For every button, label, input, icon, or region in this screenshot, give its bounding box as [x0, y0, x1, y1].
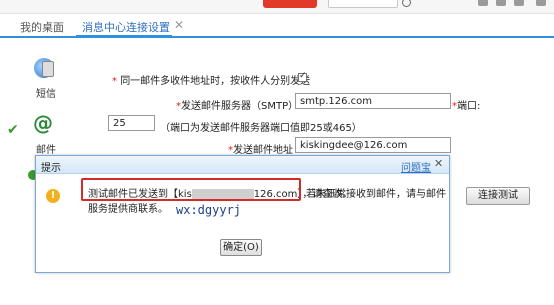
- ok-button[interactable]: 确定(O): [220, 239, 262, 256]
- gear-icon[interactable]: [514, 0, 524, 6]
- port-label: *端口:: [452, 101, 481, 112]
- sender-field[interactable]: kiskingdee@126.com: [295, 137, 451, 153]
- nav-sms-label[interactable]: 短信: [36, 85, 56, 100]
- tab-message-center-settings[interactable]: 消息中心连接设置: [82, 19, 170, 35]
- mail-icon[interactable]: [496, 0, 506, 6]
- top-red-button[interactable]: [263, 0, 317, 8]
- dialog-title-bar[interactable]: 提示 问题宝 ✕: [36, 156, 449, 174]
- email-at-icon[interactable]: @: [33, 113, 53, 133]
- top-bar: [0, 0, 554, 14]
- active-tab-indicator: [76, 35, 172, 37]
- user-icon[interactable]: [536, 0, 546, 6]
- search-icon[interactable]: [402, 0, 411, 7]
- connection-test-button[interactable]: 连接测试: [466, 187, 530, 205]
- dialog-message-line2: 服务提供商联系。: [88, 204, 168, 215]
- highlight-box: [81, 178, 301, 201]
- nav-mail-label[interactable]: 邮件: [36, 141, 56, 156]
- checkmark-icon: ✔: [7, 122, 19, 138]
- sender-label: *发送邮件地址: [228, 145, 293, 156]
- dialog-title: 提示: [41, 163, 61, 174]
- watermark-text: wx:dgyyrj: [176, 203, 242, 217]
- multi-recipient-checkbox[interactable]: [298, 71, 307, 82]
- close-icon[interactable]: ✕: [434, 157, 443, 170]
- multi-recipient-label: * 同一邮件多收件地址时，按收件人分别发送: [112, 76, 311, 87]
- home-icon[interactable]: [478, 0, 488, 6]
- help-link[interactable]: 问题宝: [401, 159, 431, 174]
- search-input[interactable]: [328, 0, 398, 8]
- smtp-field[interactable]: smtp.126.com: [295, 93, 451, 109]
- port-field[interactable]: 25: [108, 115, 155, 131]
- tab-desktop[interactable]: 我的桌面: [20, 19, 64, 35]
- tab-close-icon[interactable]: ✕: [174, 18, 184, 32]
- port-hint: （端口为发送邮件服务器端口值即25或465）: [160, 123, 362, 134]
- smtp-label: *发送邮件服务器（SMTP）: [176, 101, 299, 112]
- info-icon: !: [46, 189, 60, 203]
- tab-bar: 我的桌面 消息中心连接设置 ✕: [0, 14, 554, 38]
- sms-icon[interactable]: [34, 58, 54, 78]
- dialog-message-tail: 若未正常接收到邮件，请与邮件: [306, 189, 446, 200]
